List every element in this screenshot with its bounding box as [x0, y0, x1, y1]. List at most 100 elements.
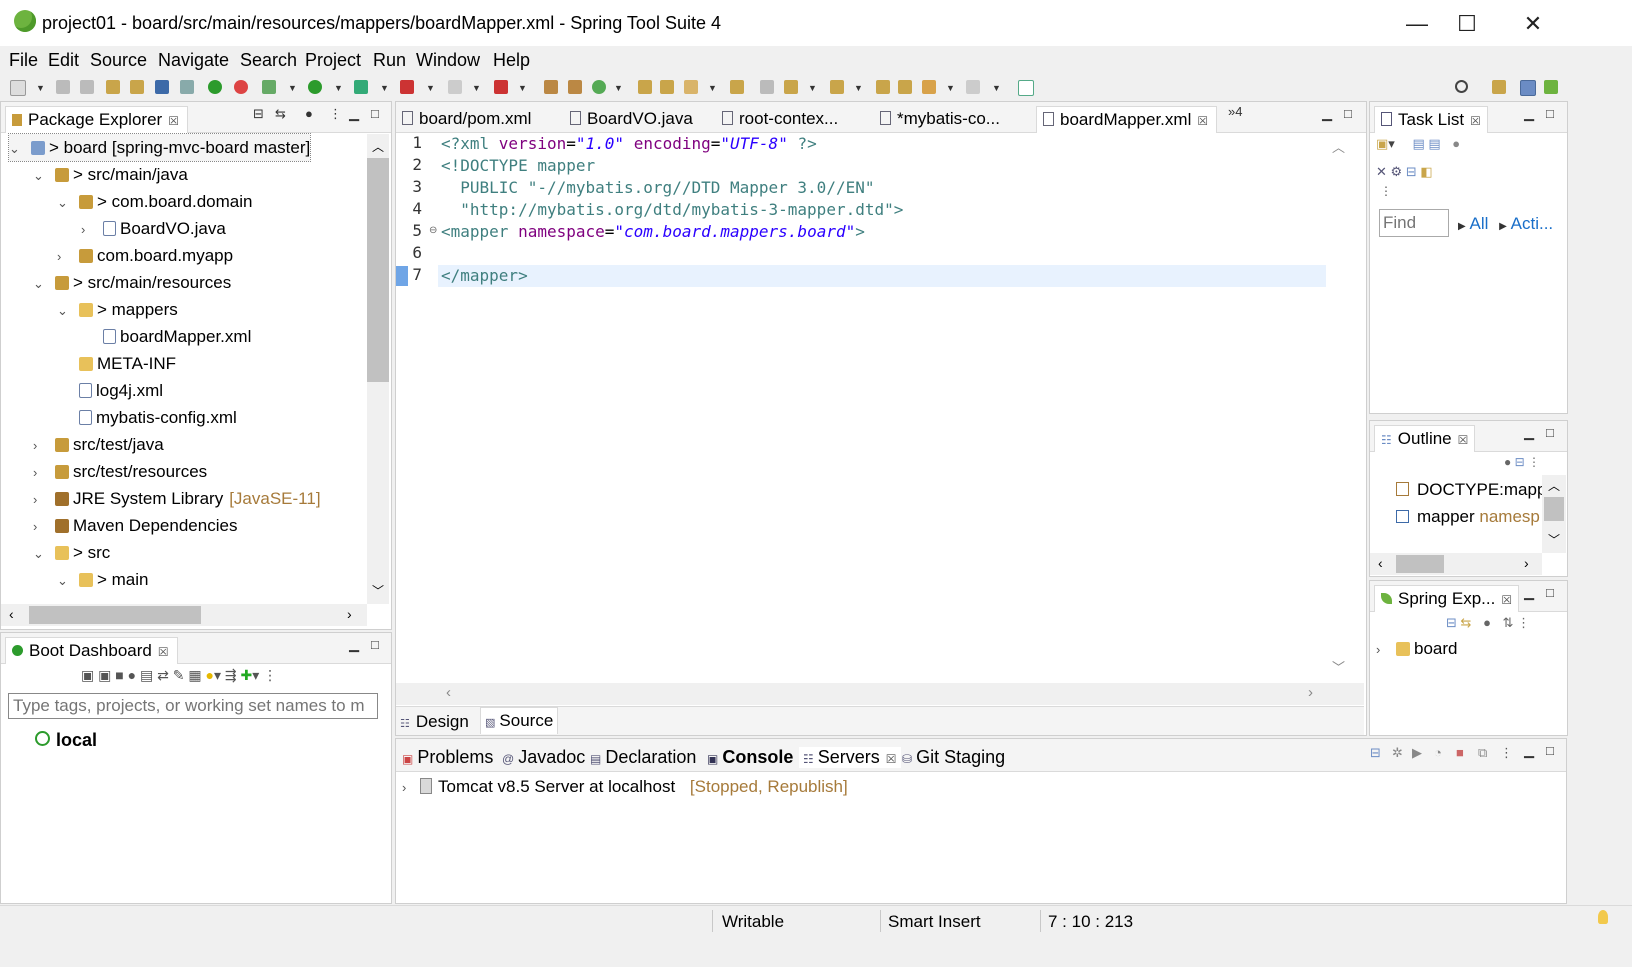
tree-item[interactable]: META-INF [57, 350, 176, 377]
close-icon[interactable]: ☒ [168, 114, 179, 128]
minimize-view-icon[interactable]: ▁ [1524, 743, 1534, 759]
new-task-icon[interactable]: ▣ [1376, 136, 1388, 151]
tree-item[interactable]: › JRE System Library [JavaSE-11] [33, 485, 321, 512]
spring-perspective-icon[interactable] [1544, 80, 1558, 94]
stop-server-icon[interactable]: ■ [1456, 745, 1464, 760]
toggle-mark-icon[interactable] [760, 80, 774, 94]
tree-item[interactable]: › src/test/resources [33, 458, 207, 485]
menu-source[interactable]: Source [90, 50, 147, 71]
tree-hscrollbar[interactable]: ‹ › [1, 604, 367, 626]
external-tools-icon[interactable] [400, 80, 414, 94]
search-icon[interactable] [1455, 80, 1468, 93]
add-dropdown-icon[interactable]: ▾ [252, 667, 259, 683]
debug-icon[interactable] [262, 80, 276, 94]
view-menu-icon[interactable]: ⋮ [329, 106, 342, 122]
link-editor-icon[interactable]: ⇆ [1461, 615, 1472, 630]
expand-toggle-icon[interactable]: › [81, 216, 95, 243]
scroll-right-icon[interactable]: › [1524, 555, 1529, 571]
next-annotation-icon[interactable] [784, 80, 798, 94]
minimize-view-icon[interactable]: ▁ [1524, 425, 1534, 441]
tab-mybatis-config[interactable]: *mybatis-co... [880, 106, 1000, 132]
new-dropdown-icon[interactable]: ▼ [36, 83, 45, 93]
view-menu-icon[interactable]: ⋮ [1500, 745, 1513, 761]
maximize-view-icon[interactable]: □ [1546, 585, 1554, 600]
debug-icon[interactable]: ● [128, 667, 136, 683]
boot-relaunch-icon[interactable] [234, 80, 248, 94]
open-config-icon[interactable]: ▦ [188, 667, 201, 683]
scroll-down-icon[interactable]: ﹀ [372, 582, 384, 599]
tree-item[interactable]: ⌄ > main [57, 566, 149, 593]
restart-icon[interactable]: ▣ [98, 667, 111, 683]
tab-boardvo-java[interactable]: BoardVO.java [570, 106, 693, 132]
tree-item[interactable]: › com.board.myapp [57, 242, 233, 269]
tab-pom-xml[interactable]: board/pom.xml [402, 106, 531, 132]
menu-project[interactable]: Project [305, 50, 361, 71]
expand-icon[interactable]: › [402, 774, 416, 801]
open-type-icon[interactable] [106, 80, 120, 94]
run-icon[interactable] [308, 80, 322, 94]
tree-item[interactable]: ⌄ > src/main/java [33, 161, 188, 188]
expand-toggle-icon[interactable]: › [33, 486, 47, 513]
maximize-view-icon[interactable]: □ [371, 637, 379, 652]
tree-item[interactable]: ⌄ > src [33, 539, 110, 566]
tab-javadoc[interactable]: @ Javadoc [502, 747, 585, 768]
external-tools-dropdown-icon[interactable]: ▼ [426, 83, 435, 93]
outline-vscrollbar[interactable]: ︿ ﹀ [1542, 475, 1566, 553]
expand-toggle-icon[interactable]: ⌄ [33, 540, 47, 567]
last-edit-icon[interactable] [876, 80, 890, 94]
activate-link[interactable]: Acti... [1511, 214, 1554, 233]
sort-icon[interactable]: ⇅ [1503, 615, 1514, 630]
collapse-all-icon[interactable]: ⊟ [1446, 615, 1457, 630]
stop-icon[interactable] [448, 80, 462, 94]
view-menu-icon[interactable]: ⋮ [1528, 455, 1540, 469]
tab-package-explorer[interactable]: Package Explorer ☒ [5, 106, 188, 133]
scheduled-icon[interactable]: ▤ [1428, 136, 1440, 151]
tree-item[interactable]: boardMapper.xml [81, 323, 251, 350]
debug-dropdown-icon[interactable]: ▼ [288, 83, 297, 93]
start-server-icon[interactable]: ▶ [1412, 745, 1422, 761]
expand-toggle-icon[interactable]: ⌄ [57, 297, 71, 324]
outline-hscrollbar[interactable]: ‹ › [1370, 553, 1542, 575]
pen-icon[interactable] [684, 80, 698, 94]
view-menu-icon[interactable]: ⋮ [263, 667, 277, 683]
close-icon[interactable]: ☒ [1501, 593, 1512, 607]
collapse-all-icon[interactable]: ⊟ [253, 106, 264, 122]
scroll-left-icon[interactable]: ‹ [9, 606, 14, 622]
boot-local-row[interactable]: local [35, 730, 97, 751]
tree-item[interactable]: mybatis-config.xml [57, 404, 237, 431]
open-browser-icon[interactable]: ⇄ [157, 667, 169, 683]
minimize-view-icon[interactable]: ▁ [349, 637, 359, 653]
tree-item[interactable]: › src/test/java [33, 431, 164, 458]
categorize-icon[interactable]: ▤ [1412, 136, 1424, 151]
tree-item[interactable]: ⌄ > com.board.domain [57, 188, 252, 215]
open-perspective-icon[interactable] [1492, 80, 1506, 94]
forward-edit-icon[interactable] [898, 80, 912, 94]
tab-boot-dashboard[interactable]: Boot Dashboard ☒ [5, 637, 178, 664]
scroll-down-icon[interactable]: ﹀ [1548, 531, 1560, 548]
editor-hscrollbar[interactable]: ‹ › [396, 683, 1364, 705]
link-icon[interactable]: ◧ [1420, 164, 1432, 179]
coverage-dropdown-icon[interactable]: ▼ [380, 83, 389, 93]
close-icon[interactable]: ☒ [158, 645, 169, 659]
menu-edit[interactable]: Edit [48, 50, 79, 71]
collapse-icon[interactable]: ⊟ [1370, 745, 1381, 761]
debug-server-icon[interactable]: ✲ [1392, 745, 1403, 761]
open-resource-icon[interactable] [130, 80, 144, 94]
focus-icon[interactable]: ● [1452, 136, 1460, 151]
scroll-down-icon[interactable]: ﹀ [1332, 657, 1345, 676]
java-perspective-icon[interactable] [1520, 80, 1536, 96]
outline-item[interactable]: mapper namesp [1396, 503, 1540, 530]
expand-toggle-icon[interactable]: ⌄ [33, 270, 47, 297]
tab-console[interactable]: ▣ Console [707, 747, 793, 768]
prev-annotation-icon[interactable] [830, 80, 844, 94]
tab-source[interactable]: ▧ Source [480, 707, 559, 734]
minimize-view-icon[interactable]: ▁ [1524, 106, 1534, 122]
editor-text-area[interactable]: 1 2 3 4 5 ⊖ 6 7 <?xml version="1.0" enco… [396, 133, 1364, 683]
new-icon[interactable] [10, 80, 26, 96]
scroll-right-icon[interactable]: › [1308, 684, 1313, 701]
forward-icon[interactable] [966, 80, 980, 94]
collapse-all-icon[interactable]: ⊟ [1515, 455, 1525, 469]
back-icon[interactable] [922, 80, 936, 94]
menu-navigate[interactable]: Navigate [158, 50, 229, 71]
new-class-icon[interactable] [592, 80, 606, 94]
